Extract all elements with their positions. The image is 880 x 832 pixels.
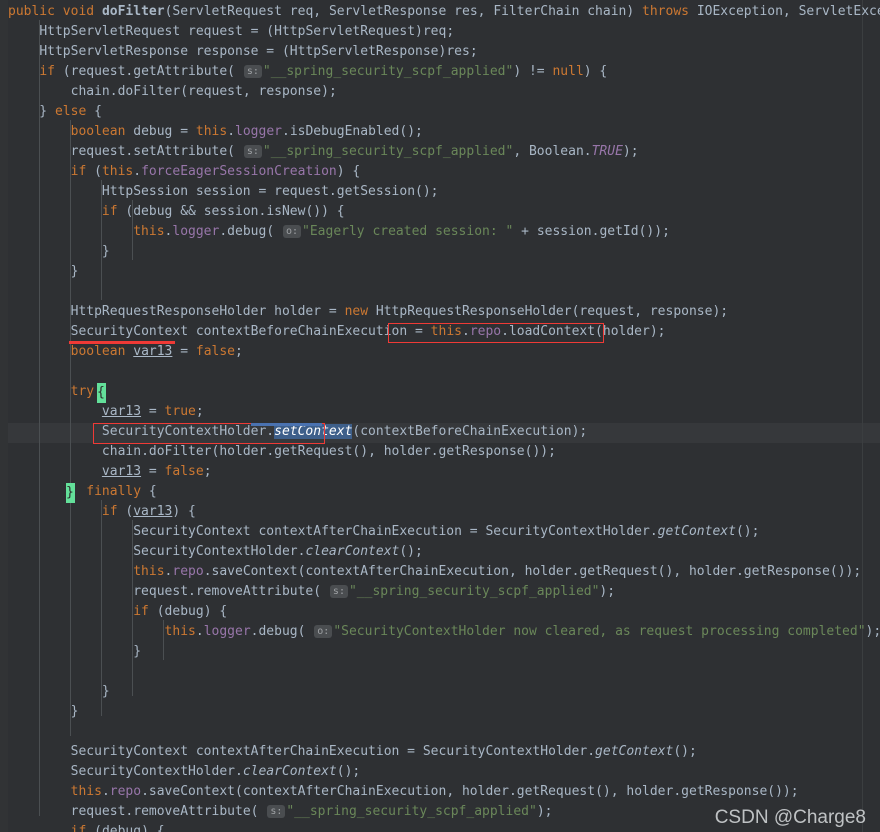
- code-line: try {: [70, 384, 95, 399]
- code-line: HttpSession session = request.getSession…: [101, 184, 439, 199]
- code-line: request.removeAttribute( s: "__spring_sec…: [70, 804, 553, 819]
- code-line: boolean var13 = false;: [70, 344, 243, 359]
- code-line: this.repo.saveContext(contextAfterChainE…: [70, 784, 799, 799]
- param-hint-chip: s:: [329, 585, 348, 598]
- code-line: this.logger.debug( o: "Eagerly created se…: [133, 224, 670, 239]
- param-hint-chip: s:: [243, 65, 262, 78]
- code-line: var13 = false;: [101, 464, 212, 479]
- param-hint-chip: o:: [314, 625, 333, 638]
- selection-indicator: [251, 423, 322, 426]
- code-line: var13 = true;: [101, 404, 204, 419]
- code-line: HttpServletRequest request = (HttpServle…: [39, 24, 455, 39]
- code-line: SecurityContextHolder.clearContext();: [133, 544, 423, 559]
- code-line: if (debug && session.isNew()) {: [101, 204, 345, 219]
- code-lines: public void doFilter(ServletRequest req,…: [0, 0, 880, 832]
- code-editor[interactable]: { } public void doFilter(ServletRequest …: [0, 0, 880, 832]
- code-line: }: [8, 644, 142, 659]
- code-line: this.repo.saveContext(contextAfterChainE…: [133, 564, 862, 579]
- code-line: if (var13) {: [101, 504, 196, 519]
- code-line: }: [8, 704, 79, 719]
- code-line: request.removeAttribute( s: "__spring_sec…: [133, 584, 616, 599]
- param-hint-chip: o:: [282, 225, 302, 238]
- code-line: } finally {: [86, 484, 157, 499]
- annotation-underline-security-context: [69, 341, 175, 344]
- code-line: SecurityContext contextAfterChainExecuti…: [133, 524, 760, 539]
- code-line: SecurityContextHolder.clearContext();: [70, 764, 361, 779]
- code-line: }: [8, 244, 110, 259]
- selected-identifier[interactable]: setContext: [274, 424, 353, 439]
- code-line: SecurityContext contextBeforeChainExecut…: [70, 324, 666, 339]
- code-line: if (request.getAttribute( s: "__spring_se…: [39, 64, 608, 79]
- code-line: if (debug) {: [70, 824, 165, 832]
- code-line: chain.doFilter(request, response);: [70, 84, 337, 99]
- code-line: }: [8, 264, 79, 279]
- code-line: SecurityContext contextAfterChainExecuti…: [70, 744, 697, 759]
- code-line: this.logger.debug( o: "SecurityContextHol…: [164, 624, 880, 639]
- code-line: if (debug) {: [133, 604, 228, 619]
- code-line: public void doFilter(ServletRequest req,…: [8, 4, 880, 19]
- code-line: } else {: [8, 104, 102, 119]
- code-line: HttpServletResponse response = (HttpServ…: [39, 44, 478, 59]
- code-line: chain.doFilter(holder.getRequest(), hold…: [101, 444, 556, 459]
- code-line: boolean debug = this.logger.isDebugEnabl…: [70, 124, 423, 139]
- param-hint-chip: s:: [267, 805, 286, 818]
- code-line: if (this.forceEagerSessionCreation) {: [70, 164, 361, 179]
- param-hint-chip: s:: [243, 145, 262, 158]
- code-line: HttpRequestResponseHolder holder = new H…: [70, 304, 729, 319]
- code-line: request.setAttribute( s: "__spring_securi…: [70, 144, 639, 159]
- code-line: }: [8, 684, 110, 699]
- watermark: CSDN @Charge8: [714, 807, 866, 828]
